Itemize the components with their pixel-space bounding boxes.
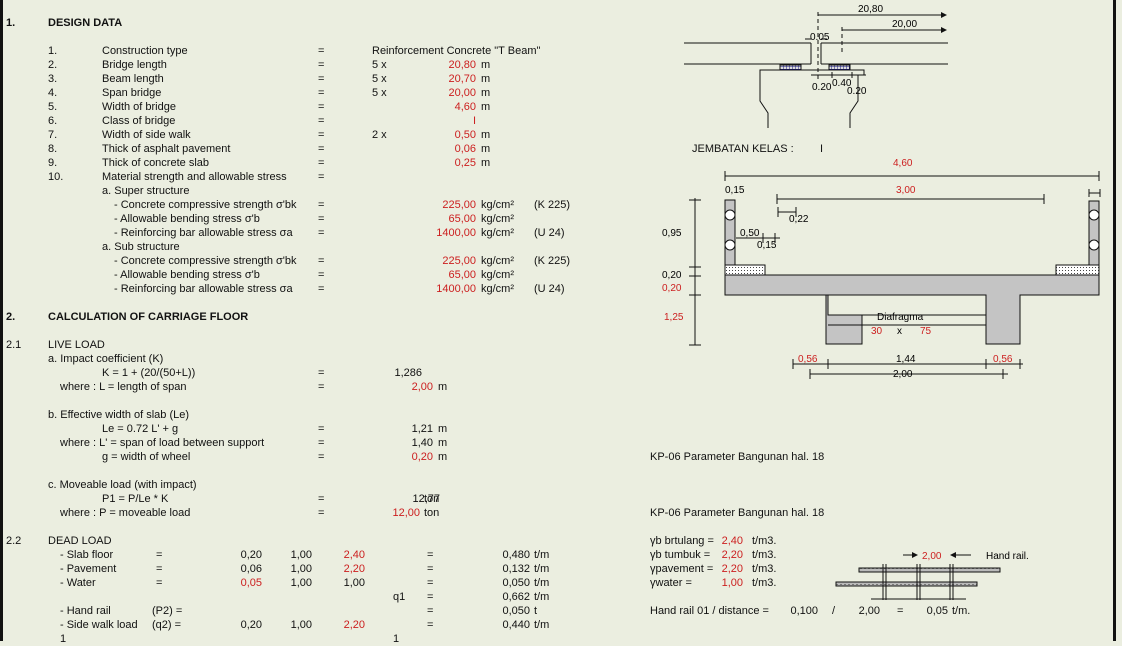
dim-total-width: 4,60 — [893, 158, 913, 169]
dim-bridge-length: 20,80 — [858, 4, 883, 15]
dim-span-length: 20,00 — [892, 19, 917, 30]
engineering-drawings: 20,80 20,00 0.05 0.20 0.40 0.20 4,60 0,1… — [662, 4, 1101, 600]
handrail-diagram — [835, 552, 1001, 600]
dim-015: 0,15 — [757, 240, 777, 251]
diaphragm-width: 30 — [871, 326, 883, 337]
dim-height-020-red: 0,20 — [662, 283, 682, 294]
diaphragm-x: x — [897, 326, 902, 337]
dim-road-width: 3,00 — [896, 185, 916, 196]
dim-022: 0,22 — [789, 214, 809, 225]
dim-056-left: 0,56 — [798, 354, 818, 365]
handrail-label: Hand rail. — [986, 551, 1029, 562]
dim-gap: 0.05 — [810, 32, 830, 43]
dim-height-095: 0,95 — [662, 228, 682, 239]
dim-144: 1,44 — [896, 354, 916, 365]
dim-050: 0,50 — [740, 228, 760, 239]
dim-height-020: 0,20 — [662, 270, 682, 281]
dim-200: 2,00 — [893, 369, 913, 380]
dim-height-125: 1,25 — [664, 312, 684, 323]
dim-bearing-1: 0.20 — [812, 82, 832, 93]
dim-bearing-3: 0.20 — [847, 86, 867, 97]
diaphragm-height: 75 — [920, 326, 932, 337]
dim-056-right: 0,56 — [993, 354, 1013, 365]
dim-rail-width: 0,15 — [725, 185, 745, 196]
bridge-cross-section — [689, 171, 1101, 379]
handrail-spacing: 2,00 — [922, 551, 942, 562]
diaphragm-label: Diafragma — [877, 312, 924, 323]
